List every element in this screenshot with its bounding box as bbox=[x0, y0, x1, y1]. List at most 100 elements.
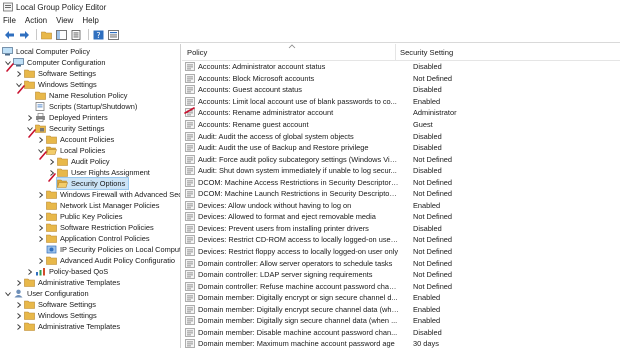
policy-row[interactable]: Devices: Allow undock without having to … bbox=[182, 200, 620, 212]
policy-setting-value: Disabled bbox=[413, 166, 442, 176]
toolbar-separator bbox=[36, 29, 37, 40]
policy-setting-icon bbox=[185, 189, 195, 199]
export-list-icon[interactable] bbox=[70, 29, 82, 41]
policy-setting-value: Not Defined bbox=[413, 154, 453, 164]
policy-setting-value: Not Defined bbox=[413, 235, 453, 245]
policy-setting-icon bbox=[185, 120, 195, 129]
policy-row[interactable]: DCOM: Machine Access Restrictions in Sec… bbox=[182, 176, 620, 188]
policy-setting-icon bbox=[185, 143, 195, 152]
show-hide-tree-icon[interactable] bbox=[55, 29, 67, 41]
policy-setting-icon bbox=[185, 154, 195, 164]
policy-setting-icon bbox=[185, 166, 195, 175]
policy-row[interactable]: Domain controller: LDAP server signing r… bbox=[182, 269, 620, 281]
policy-name: Domain member: Digitally encrypt or sign… bbox=[198, 293, 398, 303]
annotation-arrows bbox=[6, 63, 56, 182]
policy-row[interactable]: Domain member: Digitally encrypt or sign… bbox=[182, 292, 620, 304]
policy-name: Audit: Audit the use of Backup and Resto… bbox=[198, 143, 369, 153]
menu-action[interactable]: Action bbox=[25, 16, 47, 25]
policy-setting-value: Administrator bbox=[413, 108, 457, 118]
policy-setting-value: Disabled bbox=[413, 223, 442, 233]
annotation-arrow bbox=[48, 173, 56, 182]
policy-setting-value: Enabled bbox=[413, 316, 441, 326]
policy-name: Domain controller: Allow server operator… bbox=[198, 258, 393, 268]
annotation-arrow bbox=[17, 85, 25, 94]
list-header: Policy Security Setting bbox=[182, 44, 620, 61]
policy-name: Devices: Restrict CD-ROM access to local… bbox=[198, 235, 399, 245]
policy-setting-value: Enabled bbox=[413, 304, 441, 314]
policy-row[interactable]: Domain member: Digitally encrypt secure … bbox=[182, 303, 620, 315]
policy-setting-value: Not Defined bbox=[413, 281, 453, 291]
policy-setting-value: Not Defined bbox=[413, 212, 453, 222]
policy-name: Devices: Restrict floppy access to local… bbox=[198, 247, 399, 257]
policy-name: Audit: Audit the access of global system… bbox=[198, 131, 354, 141]
policy-name: Accounts: Rename guest account bbox=[198, 120, 309, 129]
policy-setting-value: Disabled bbox=[413, 62, 442, 72]
menu-view[interactable]: View bbox=[56, 16, 73, 25]
help-icon[interactable]: ? bbox=[92, 29, 104, 41]
policy-setting-value: Guest bbox=[413, 120, 433, 129]
policy-row[interactable]: Accounts: Administrator account status Di… bbox=[182, 61, 620, 73]
policy-row[interactable]: Domain member: Disable machine account p… bbox=[182, 327, 620, 339]
policy-setting-value: Disabled bbox=[413, 327, 442, 337]
policy-rows: Accounts: Administrator account status Di… bbox=[182, 61, 620, 348]
policy-row[interactable]: Devices: Allowed to format and eject rem… bbox=[182, 211, 620, 223]
policy-row[interactable]: Audit: Audit the access of global system… bbox=[182, 130, 620, 142]
policy-row[interactable]: Domain member: Digitally sign secure cha… bbox=[182, 315, 620, 327]
menu-file[interactable]: File bbox=[3, 16, 16, 25]
policy-name: Devices: Prevent users from installing p… bbox=[198, 223, 369, 233]
policy-row[interactable]: Audit: Audit the use of Backup and Resto… bbox=[182, 142, 620, 154]
annotation-arrow bbox=[28, 129, 36, 138]
forward-arrow-icon[interactable] bbox=[18, 29, 30, 41]
properties-icon[interactable] bbox=[107, 29, 119, 41]
policy-row[interactable]: Devices: Prevent users from installing p… bbox=[182, 223, 620, 235]
policy-name: Domain member: Disable machine account p… bbox=[198, 327, 398, 337]
policy-list-pane[interactable]: Policy Security Setting Accounts: Admini… bbox=[182, 44, 620, 348]
policy-row[interactable]: Accounts: Block Microsoft accounts Not De… bbox=[182, 73, 620, 85]
column-header-security-setting[interactable]: Security Setting bbox=[395, 44, 453, 61]
policy-name: Accounts: Rename administrator account bbox=[198, 108, 334, 118]
console-tree[interactable]: Local Computer Policy Computer Configura… bbox=[0, 44, 181, 348]
policy-setting-icon bbox=[185, 201, 195, 210]
policy-row[interactable]: Audit: Shut down system immediately if u… bbox=[182, 165, 620, 177]
title-bar: Local Group Policy Editor bbox=[0, 0, 620, 14]
policy-setting-icon bbox=[185, 224, 195, 233]
policy-name: Devices: Allowed to format and eject rem… bbox=[198, 212, 376, 222]
policy-name: Accounts: Block Microsoft accounts bbox=[198, 73, 315, 83]
policy-setting-icon bbox=[185, 247, 195, 256]
policy-name: Domain member: Digitally encrypt secure … bbox=[198, 304, 399, 314]
policy-row[interactable]: Domain member: Maximum machine account p… bbox=[182, 338, 620, 348]
policy-setting-icon bbox=[185, 177, 195, 187]
policy-setting-icon bbox=[185, 281, 195, 291]
policy-row[interactable]: Audit: Force audit policy subcategory se… bbox=[182, 153, 620, 165]
policy-row[interactable]: Domain controller: Refuse machine accoun… bbox=[182, 280, 620, 292]
policy-setting-value: Enabled bbox=[413, 293, 441, 303]
policy-row[interactable]: Accounts: Guest account status Disabled bbox=[182, 84, 620, 96]
policy-setting-value: Enabled bbox=[413, 200, 441, 210]
policy-setting-icon bbox=[185, 131, 195, 141]
menu-help[interactable]: Help bbox=[82, 16, 98, 25]
policy-row[interactable]: Accounts: Rename guest account Guest bbox=[182, 119, 620, 131]
group-policy-app-icon bbox=[3, 2, 13, 12]
policy-name: Domain member: Digitally sign secure cha… bbox=[198, 316, 398, 326]
policy-row[interactable]: Domain controller: Allow server operator… bbox=[182, 257, 620, 269]
policy-row[interactable]: Accounts: Rename administrator account Ad… bbox=[182, 107, 620, 119]
policy-setting-icon bbox=[185, 328, 195, 337]
policy-name: Audit: Shut down system immediately if u… bbox=[198, 166, 397, 176]
policy-setting-value: 30 days bbox=[413, 339, 439, 348]
policy-setting-icon bbox=[185, 74, 195, 83]
policy-row[interactable]: Devices: Restrict CD-ROM access to local… bbox=[182, 234, 620, 246]
policy-row[interactable]: DCOM: Machine Launch Restrictions in Sec… bbox=[182, 188, 620, 200]
folder-up-icon[interactable] bbox=[40, 29, 52, 41]
policy-setting-icon bbox=[185, 212, 195, 222]
policy-row[interactable]: Accounts: Limit local account use of bla… bbox=[182, 96, 620, 108]
policy-setting-icon bbox=[185, 270, 195, 279]
policy-setting-icon bbox=[185, 316, 195, 326]
policy-setting-value: Enabled bbox=[413, 96, 441, 106]
policy-setting-value: Not Defined bbox=[413, 270, 453, 280]
annotation-arrow bbox=[39, 151, 47, 160]
annotation-arrow bbox=[6, 63, 14, 72]
policy-name: DCOM: Machine Launch Restrictions in Sec… bbox=[198, 189, 399, 199]
menu-bar: File Action View Help bbox=[0, 14, 620, 27]
policy-row[interactable]: Devices: Restrict floppy access to local… bbox=[182, 246, 620, 258]
back-arrow-icon[interactable] bbox=[3, 29, 15, 41]
